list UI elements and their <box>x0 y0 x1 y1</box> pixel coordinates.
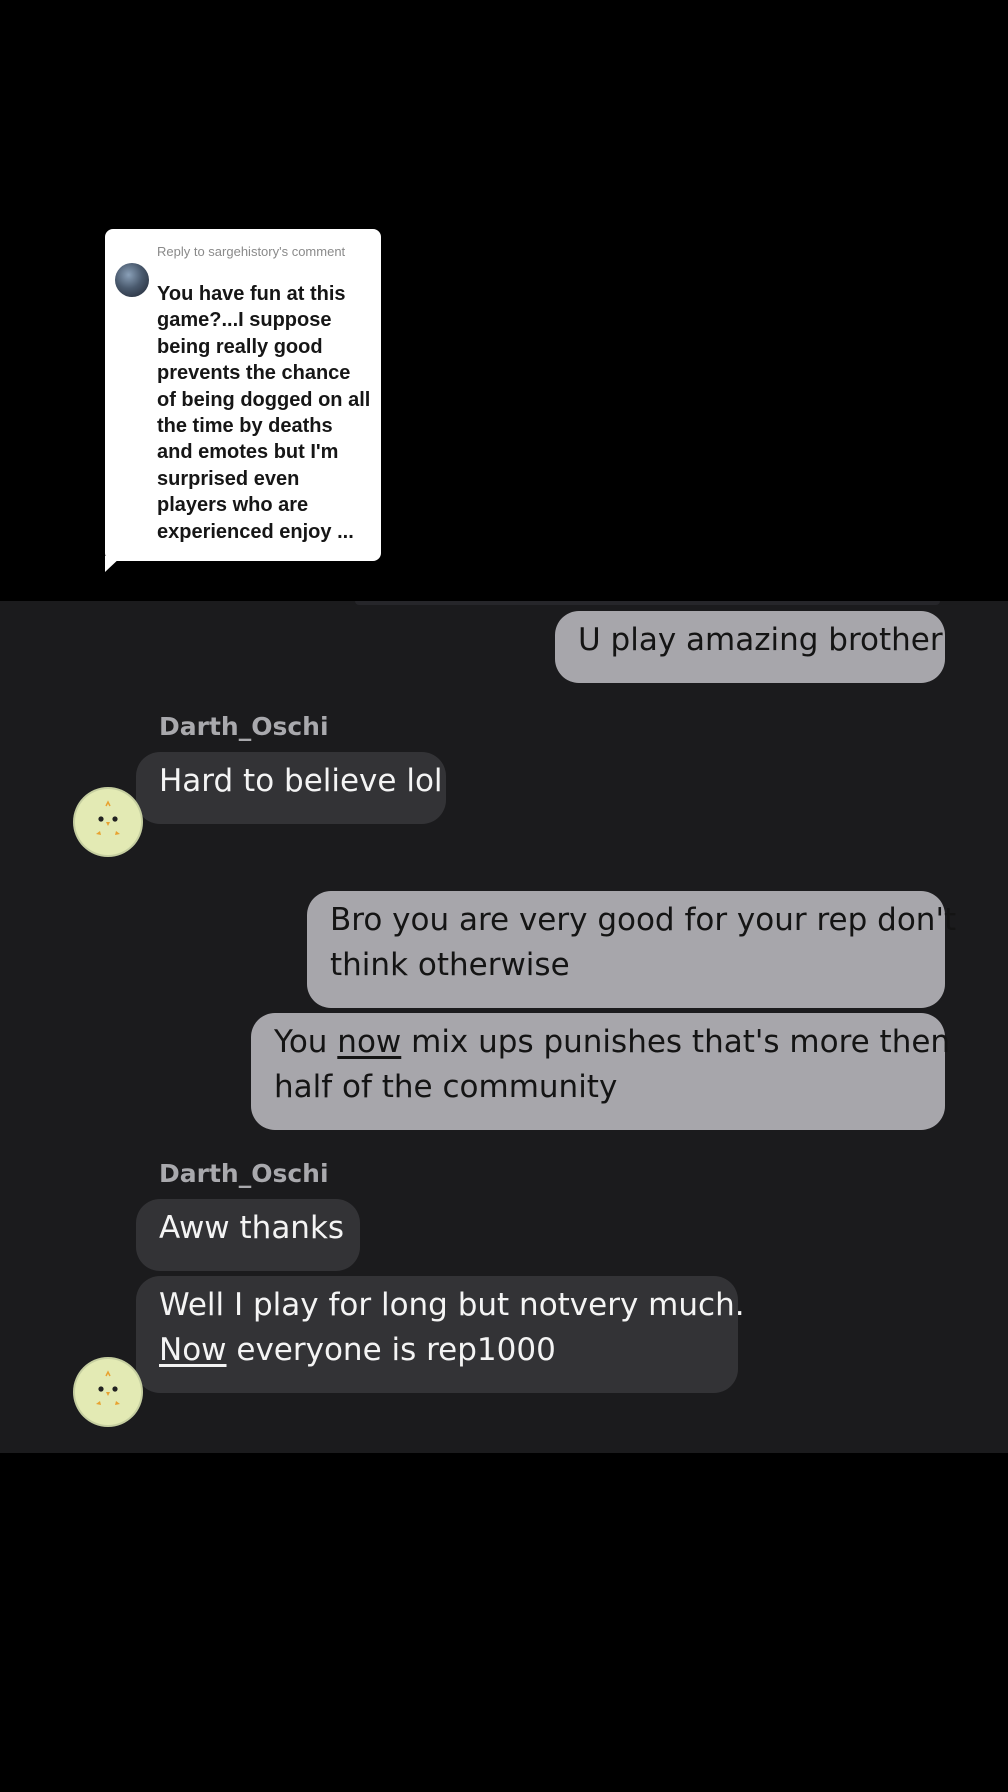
chick-avatar-icon[interactable] <box>75 789 141 855</box>
sender-name: Darth_Oschi <box>159 712 329 741</box>
underlined-word: Now <box>159 1332 227 1368</box>
message-text: Hard to believe lol <box>159 763 443 799</box>
sender-name: Darth_Oschi <box>159 1159 329 1188</box>
message-line: think otherwise <box>330 947 570 983</box>
message-line: Well I play for long but notvery much. <box>159 1287 745 1323</box>
sent-message[interactable]: Bro you are very good for your rep don't… <box>307 891 957 1008</box>
message-line: You now mix ups punishes that's more the… <box>274 1024 951 1060</box>
message-line: Bro you are very good for your rep don't <box>330 902 957 938</box>
reply-card-tail <box>105 556 122 572</box>
reply-label: Reply to sargehistory's comment <box>157 244 346 259</box>
underlined-word: now <box>337 1024 402 1060</box>
received-message[interactable]: Well I play for long but notvery much. N… <box>136 1276 745 1393</box>
message-line: half of the community <box>274 1069 618 1105</box>
received-message[interactable]: Hard to believe lol <box>136 752 446 824</box>
reply-comment-text: You have fun at this game?...I suppose b… <box>157 283 371 543</box>
chat-screenshot: U play amazing brother Darth_Oschi Hard … <box>0 601 1008 1453</box>
reply-comment-card[interactable]: Reply to sargehistory's comment You have… <box>105 229 381 561</box>
message-line: Now everyone is rep1000 <box>159 1332 556 1368</box>
commenter-avatar <box>115 263 149 297</box>
sent-message[interactable]: U play amazing brother <box>555 611 945 683</box>
message-text: Aww thanks <box>159 1210 345 1246</box>
sent-message[interactable]: You now mix ups punishes that's more the… <box>251 1013 951 1130</box>
message-text: U play amazing brother <box>578 622 943 658</box>
chick-avatar-icon[interactable] <box>75 1359 141 1425</box>
previous-message-edge <box>355 601 940 605</box>
received-message[interactable]: Aww thanks <box>136 1199 360 1271</box>
